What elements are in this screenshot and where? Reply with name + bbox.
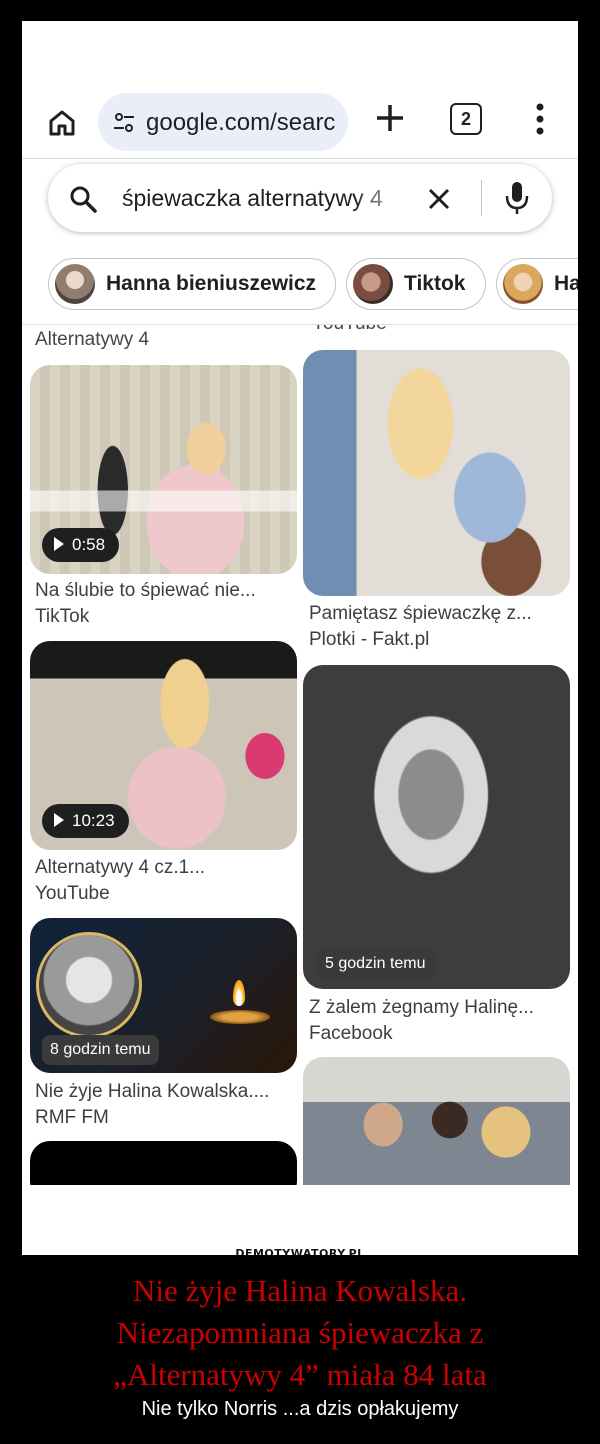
chip-thumbnail: [55, 264, 95, 304]
chip-thumbnail: [353, 264, 393, 304]
address-url: google.com/searc: [146, 109, 336, 136]
microphone-icon[interactable]: [503, 180, 531, 216]
caption-line: Nie żyje Halina Kowalska.: [133, 1273, 467, 1308]
time-badge: 8 godzin temu: [42, 1035, 159, 1065]
chip-label: Hanna bieniuszewicz: [106, 272, 317, 295]
result-source: RMF FM: [35, 1107, 109, 1128]
candle-flame: [233, 980, 245, 1006]
result-image-rmf[interactable]: 8 godzin temu: [30, 918, 297, 1073]
address-bar[interactable]: google.com/searc: [98, 93, 348, 151]
result-title[interactable]: Pamiętasz śpiewaczkę z...: [309, 603, 532, 625]
candle: [210, 1010, 270, 1024]
result-image-fakt[interactable]: [303, 350, 570, 596]
result-source-label: YouTube: [312, 325, 387, 335]
portrait-thumbnail: [36, 932, 142, 1038]
chip-hanna-bieniuszewicz[interactable]: Hanna bieniuszewicz: [48, 258, 336, 310]
result-image-facebook[interactable]: 5 godzin temu: [303, 665, 570, 989]
image-results: Alternatywy 4 0:58 Na ślubie to śpiewać …: [22, 325, 578, 1185]
home-icon[interactable]: [46, 107, 78, 139]
result-source: Facebook: [309, 1023, 393, 1044]
caption-title: Nie żyje Halina Kowalska. Niezapomniana …: [0, 1270, 600, 1396]
watermark: DEMOTYWATORY.PL: [22, 1244, 578, 1255]
chip-thumbnail: [503, 264, 543, 304]
duration-text: 10:23: [72, 811, 115, 830]
caption-subtitle: Nie tylko Norris ...a dzis opłakujemy: [141, 1398, 459, 1420]
chip-label: Tiktok: [404, 272, 466, 295]
result-source: TikTok: [35, 606, 90, 627]
screenshot-frame: google.com/searc 2 śpiewaczka alternatyw…: [22, 21, 578, 1255]
caption-line: „Alternatywy 4” miała 84 lata: [113, 1357, 487, 1392]
toolbar-divider: [22, 158, 578, 159]
result-title[interactable]: Na ślubie to śpiewać nie...: [35, 580, 256, 602]
new-tab-icon[interactable]: [373, 101, 407, 135]
watermark-text: DEMOTYWATORY.PL: [227, 1246, 373, 1255]
clear-icon[interactable]: [426, 186, 452, 212]
play-icon: [54, 537, 64, 551]
search-icon: [70, 186, 97, 213]
result-image-tiktok[interactable]: 0:58: [30, 365, 297, 574]
more-menu-icon[interactable]: [530, 99, 550, 139]
chip-label: Ha: [554, 272, 578, 295]
site-settings-icon[interactable]: [112, 111, 136, 135]
result-source: Plotki - Fakt.pl: [309, 629, 430, 650]
play-icon: [54, 813, 64, 827]
result-image-partial[interactable]: [303, 1057, 570, 1185]
search-divider: [481, 180, 482, 216]
chip-ha[interactable]: Ha: [496, 258, 578, 310]
result-source-label: Alternatywy 4: [35, 329, 150, 350]
video-duration: 10:23: [42, 804, 129, 838]
result-source: YouTube: [35, 883, 110, 904]
duration-text: 0:58: [72, 535, 106, 554]
search-box[interactable]: śpiewaczka alternatywy 4: [48, 164, 552, 232]
video-duration: 0:58: [42, 528, 120, 562]
browser-toolbar: google.com/searc 2: [22, 79, 578, 157]
caption-line: Niezapomniana śpiewaczka z: [116, 1315, 484, 1350]
search-input[interactable]: śpiewaczka alternatywy 4: [122, 185, 412, 212]
result-title[interactable]: Nie żyje Halina Kowalska....: [35, 1081, 269, 1103]
result-title[interactable]: Z żalem żegnamy Halinę...: [309, 997, 534, 1019]
result-title[interactable]: Alternatywy 4 cz.1...: [35, 857, 205, 879]
tab-switcher-button[interactable]: 2: [450, 103, 482, 135]
chip-tiktok[interactable]: Tiktok: [346, 258, 486, 310]
result-image-partial[interactable]: [30, 1141, 297, 1185]
result-image-youtube[interactable]: 10:23: [30, 641, 297, 850]
time-badge: 5 godzin temu: [317, 949, 434, 979]
